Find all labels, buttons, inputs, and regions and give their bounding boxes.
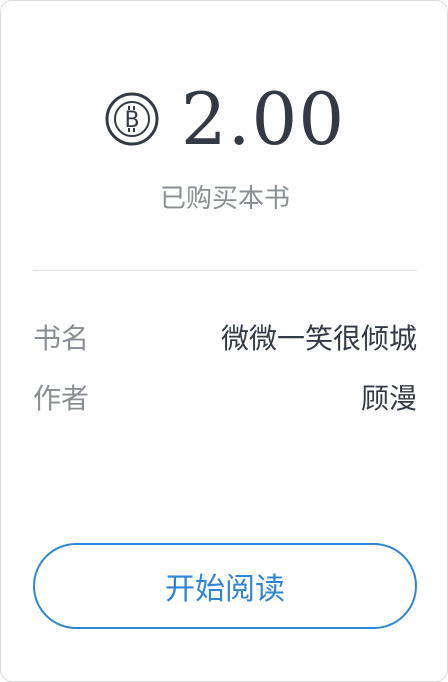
purchase-card: B 2.00 已购买本书 书名 微微一笑很倾城 作者 顾漫 开始阅读 (0, 0, 448, 682)
book-author-value: 顾漫 (360, 382, 417, 415)
book-author-row: 作者 顾漫 (33, 375, 417, 419)
bitcoin-coin-icon: B (105, 92, 159, 146)
book-title-value: 微微一笑很倾城 (220, 322, 417, 355)
book-title-row: 书名 微微一笑很倾城 (33, 315, 417, 359)
price-row: B 2.00 (1, 79, 448, 159)
purchase-status: 已购买本书 (159, 184, 290, 214)
start-reading-button[interactable]: 开始阅读 (33, 543, 417, 629)
book-title-label: 书名 (33, 322, 90, 355)
price-amount: 2.00 (180, 77, 346, 161)
divider (33, 270, 417, 271)
book-author-label: 作者 (33, 382, 90, 415)
svg-text:B: B (124, 108, 139, 133)
start-reading-label: 开始阅读 (165, 572, 285, 607)
